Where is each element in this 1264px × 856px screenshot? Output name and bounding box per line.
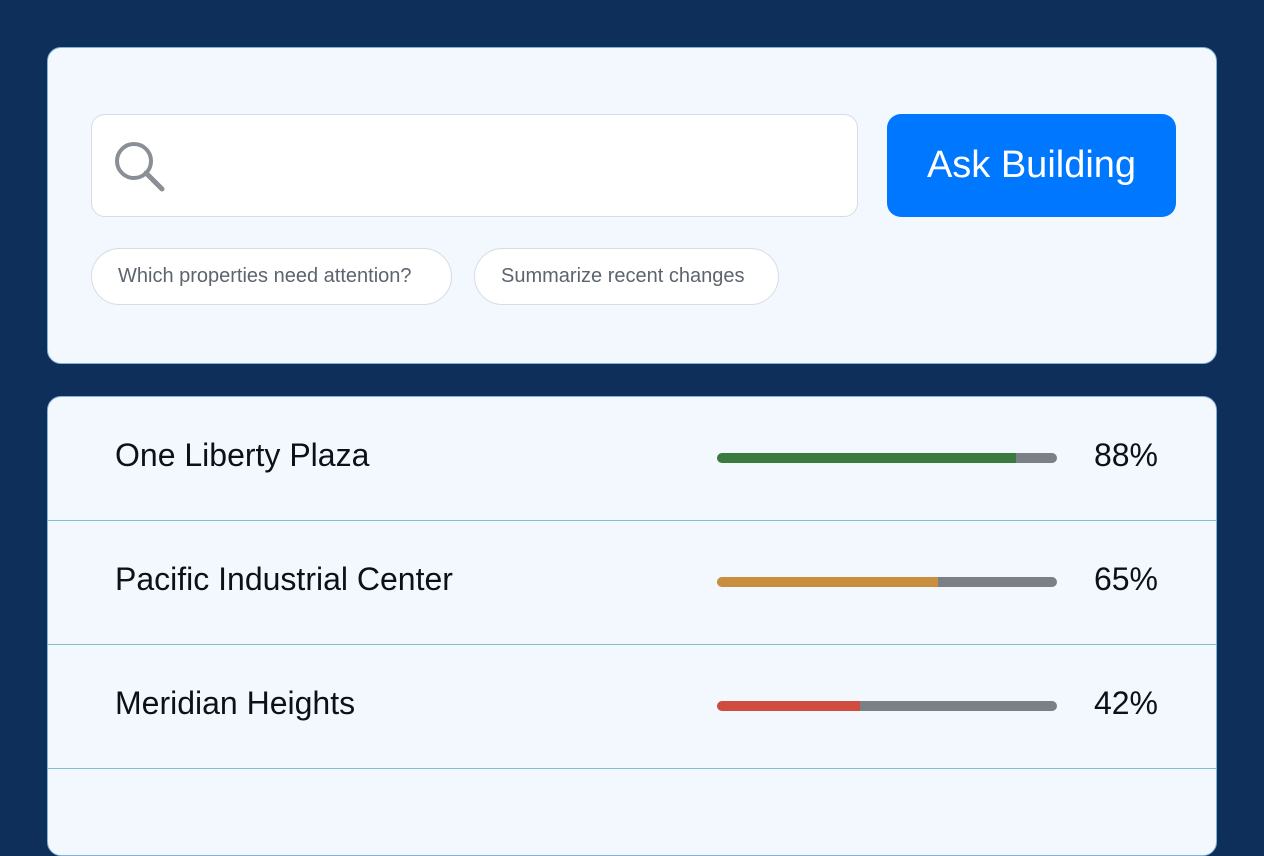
search-input[interactable]: [182, 135, 842, 197]
ask-building-button[interactable]: Ask Building: [887, 114, 1176, 217]
search-box[interactable]: [91, 114, 858, 217]
score-bar: [717, 701, 1057, 711]
score-bar: [717, 453, 1057, 463]
score-bar-fill: [717, 577, 938, 587]
score-bar-fill: [717, 453, 1017, 463]
search-icon: [112, 139, 168, 195]
property-row[interactable]: One Liberty Plaza 88%: [48, 397, 1216, 521]
score-bar: [717, 577, 1057, 587]
property-name: Meridian Heights: [115, 685, 356, 721]
score-percent: 65%: [1093, 561, 1158, 597]
score-bar-fill: [717, 701, 860, 711]
search-panel: Ask Building Which properties need atten…: [47, 47, 1217, 364]
property-row[interactable]: Pacific Industrial Center 65%: [48, 521, 1216, 645]
score-percent: 88%: [1093, 437, 1158, 473]
suggestion-chip-recent-changes[interactable]: Summarize recent changes: [474, 248, 779, 305]
property-row[interactable]: Meridian Heights 42%: [48, 645, 1216, 769]
suggestion-chip-attention[interactable]: Which properties need attention?: [91, 248, 452, 305]
property-name: Pacific Industrial Center: [115, 561, 453, 597]
property-name: One Liberty Plaza: [115, 437, 370, 473]
score-percent: 42%: [1093, 685, 1158, 721]
property-list: One Liberty Plaza 88% Pacific Industrial…: [47, 396, 1217, 856]
